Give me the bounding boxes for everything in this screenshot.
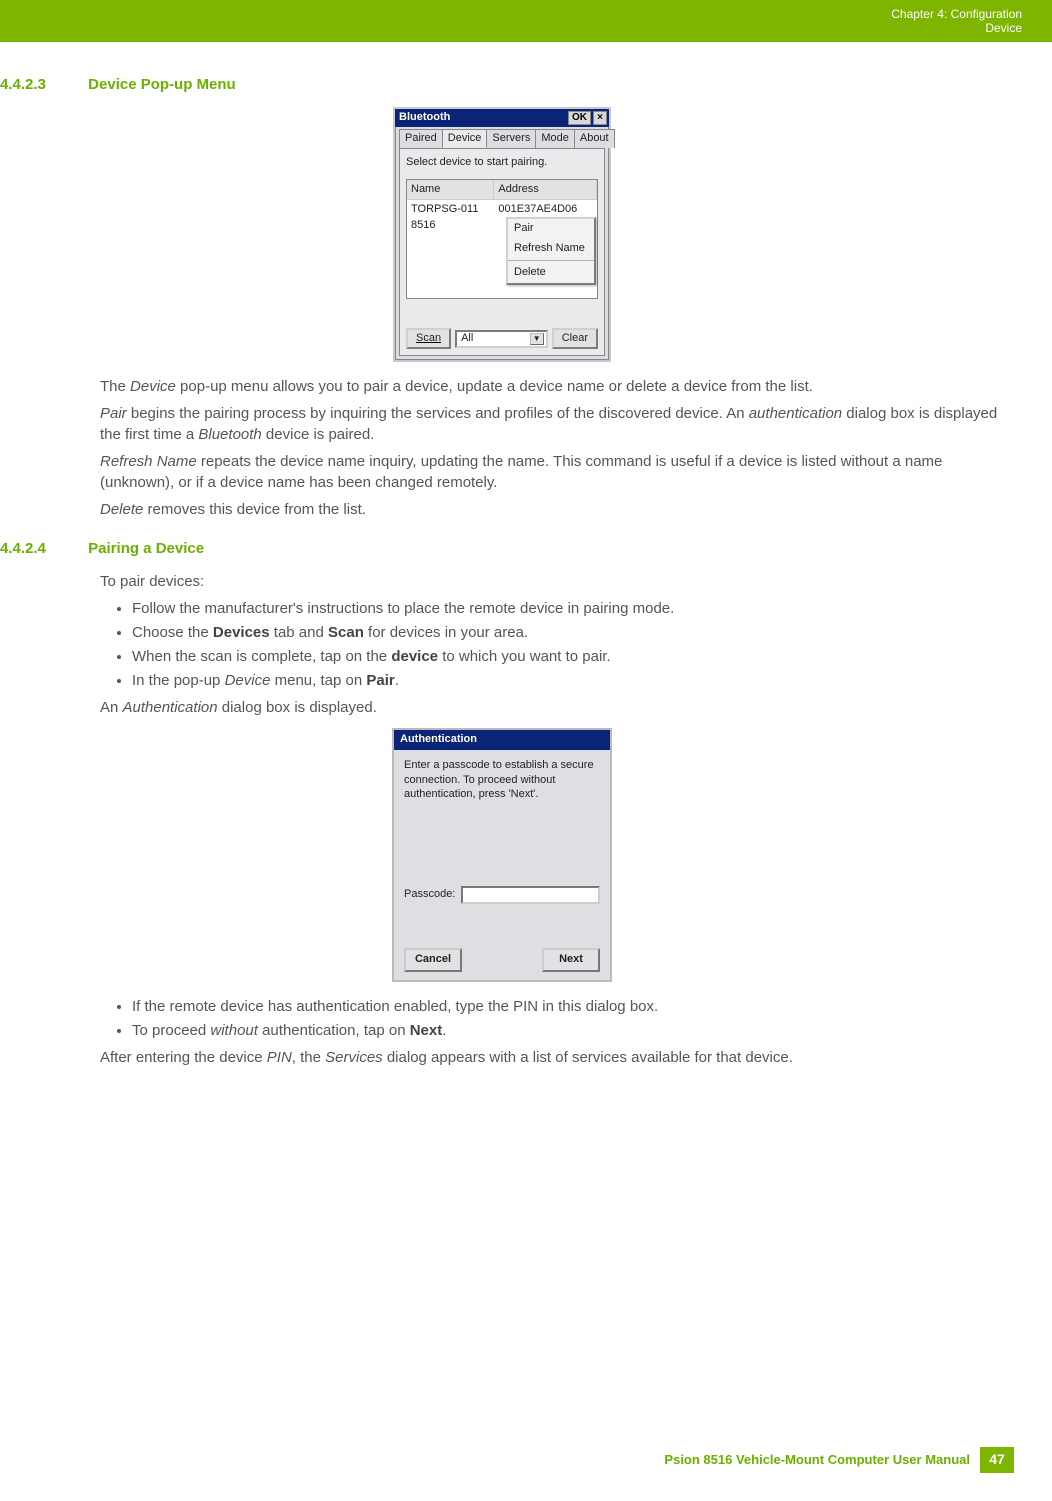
menu-refresh-name[interactable]: Refresh Name [508, 239, 594, 258]
tab-device[interactable]: Device [442, 129, 488, 148]
list-item: To proceed without authentication, tap o… [132, 1020, 1004, 1041]
bluetooth-dialog-figure: Bluetooth OK × Paired Device Servers Mod… [0, 107, 1004, 362]
auth-message: Enter a passcode to establish a secure c… [404, 758, 600, 803]
bt-context-menu: Pair Refresh Name Delete [506, 217, 596, 284]
bt-scan-button[interactable]: Scan [406, 328, 451, 349]
tab-about[interactable]: About [574, 129, 615, 148]
para: Delete removes this device from the list… [100, 499, 1004, 520]
bt-ok-button[interactable]: OK [568, 111, 591, 125]
bt-titlebar: Bluetooth OK × [395, 109, 609, 127]
auth-titlebar: Authentication [394, 730, 610, 749]
passcode-label: Passcode: [404, 887, 455, 902]
close-icon[interactable]: × [593, 111, 607, 125]
auth-cancel-button[interactable]: Cancel [404, 948, 462, 971]
list-item: Choose the Devices tab and Scan for devi… [132, 622, 1004, 643]
list-item: If the remote device has authentication … [132, 996, 1004, 1017]
bt-tabs: Paired Device Servers Mode About [395, 127, 609, 148]
bt-col-address[interactable]: Address [494, 180, 597, 199]
para: Pair begins the pairing process by inqui… [100, 403, 1004, 445]
para: An Authentication dialog box is displaye… [100, 697, 1004, 718]
para: The Device pop-up menu allows you to pai… [100, 376, 1004, 397]
tab-servers[interactable]: Servers [486, 129, 536, 148]
section-title-2: Pairing a Device [88, 540, 204, 557]
header-sub: Device [891, 21, 1022, 35]
chevron-down-icon: ▼ [530, 333, 544, 345]
page-number: 47 [980, 1447, 1014, 1473]
tab-paired[interactable]: Paired [399, 129, 443, 148]
bt-subtitle: Select device to start pairing. [406, 155, 598, 170]
menu-delete[interactable]: Delete [508, 260, 594, 282]
section-number-1: 4.4.2.3 [0, 74, 84, 95]
footer-manual-title: Psion 8516 Vehicle-Mount Computer User M… [664, 1451, 970, 1469]
para: Refresh Name repeats the device name inq… [100, 451, 1004, 493]
list-item: When the scan is complete, tap on the de… [132, 646, 1004, 667]
menu-pair[interactable]: Pair [508, 219, 594, 238]
page-header: Chapter 4: Configuration Device [0, 0, 1052, 42]
bt-clear-button[interactable]: Clear [552, 328, 598, 349]
header-chapter: Chapter 4: Configuration [891, 7, 1022, 21]
bt-dropdown-value: All [461, 331, 473, 346]
section-number-2: 4.4.2.4 [0, 538, 84, 559]
list-item: Follow the manufacturer's instructions t… [132, 598, 1004, 619]
list-item: In the pop-up Device menu, tap on Pair. [132, 670, 1004, 691]
auth-next-button[interactable]: Next [542, 948, 600, 971]
bt-row-name: TORPSG-011 8516 [407, 200, 494, 235]
bt-col-name[interactable]: Name [407, 180, 494, 199]
page-footer: Psion 8516 Vehicle-Mount Computer User M… [664, 1447, 1014, 1473]
authentication-dialog-figure: Authentication Enter a passcode to estab… [0, 728, 1004, 981]
tab-mode[interactable]: Mode [535, 129, 575, 148]
bt-filter-dropdown[interactable]: All ▼ [455, 330, 548, 348]
para: After entering the device PIN, the Servi… [100, 1047, 1004, 1068]
para: To pair devices: [100, 571, 1004, 592]
section-title-1: Device Pop-up Menu [88, 76, 236, 93]
passcode-input[interactable] [461, 886, 600, 904]
bt-window-title: Bluetooth [399, 110, 450, 125]
